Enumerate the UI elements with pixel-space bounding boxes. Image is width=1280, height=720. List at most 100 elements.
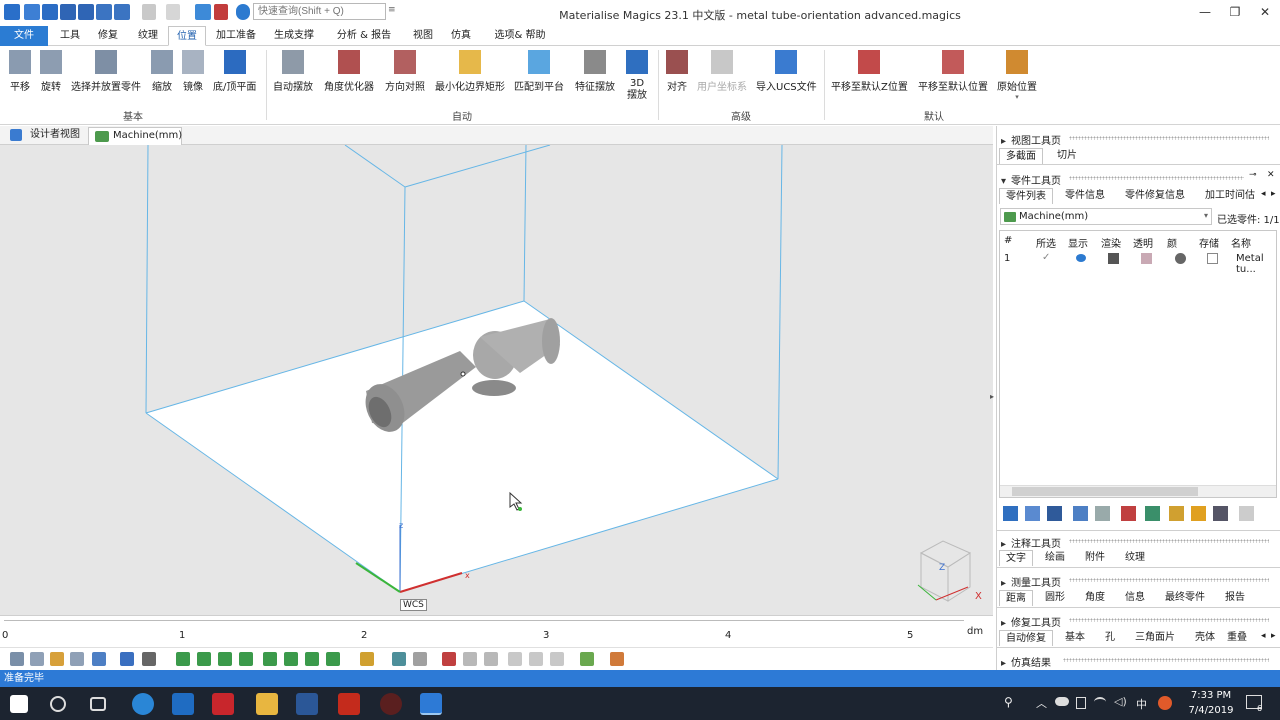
chevron-right-icon[interactable]: ▸ xyxy=(1271,189,1276,199)
sim-results-header[interactable]: ▸ 仿真结果 xyxy=(1001,654,1051,669)
unmark-icon[interactable] xyxy=(326,652,340,666)
clock-date[interactable]: 7/4/2019 xyxy=(1186,705,1236,716)
ime-indicator[interactable]: 中 xyxy=(1136,696,1147,712)
tab-position[interactable]: 位置 xyxy=(168,26,206,46)
part-tool-icon[interactable] xyxy=(1073,506,1088,521)
tab-multi-section[interactable]: 多截面 xyxy=(999,148,1043,164)
part-select-icon[interactable] xyxy=(360,652,374,666)
mark-surface-icon[interactable] xyxy=(218,652,232,666)
tab-texture[interactable]: 纹理 xyxy=(1119,550,1151,566)
tab-fix[interactable]: 修复 xyxy=(90,26,126,46)
tab-analysis[interactable]: 分析 & 报告 xyxy=(328,26,400,46)
zoom-fit-icon[interactable] xyxy=(70,652,84,666)
quick-search-input[interactable] xyxy=(253,3,386,20)
acrobat-icon[interactable] xyxy=(338,693,360,715)
part-tool-icon[interactable] xyxy=(1145,506,1160,521)
tray-expand-icon[interactable]: ︿ xyxy=(1036,695,1047,711)
magics-taskbar-icon[interactable] xyxy=(420,693,442,715)
move-default-button[interactable]: 平移至默认位置 xyxy=(918,50,988,93)
color-swatch[interactable] xyxy=(1175,253,1186,264)
open-icon[interactable] xyxy=(42,4,58,20)
tri-grow-icon[interactable] xyxy=(413,652,427,666)
pin-icon[interactable]: ⊸ xyxy=(1249,170,1257,180)
edge-icon[interactable] xyxy=(132,693,154,715)
3d-viewport[interactable]: WCS x z Z X xyxy=(0,145,993,615)
tab-part-list[interactable]: 零件列表 xyxy=(999,188,1053,204)
undo-icon[interactable] xyxy=(142,4,156,20)
windows-start-icon[interactable] xyxy=(10,695,28,713)
redo-icon[interactable] xyxy=(166,4,180,20)
part-tool-icon[interactable] xyxy=(1025,506,1040,521)
render-mode-icon[interactable] xyxy=(142,652,156,666)
tri-delete-icon[interactable] xyxy=(442,652,456,666)
zoom-icon[interactable] xyxy=(10,652,24,666)
battery-icon[interactable] xyxy=(1076,697,1086,709)
tab-machine-view[interactable]: Machine(mm) xyxy=(88,127,182,145)
mirror-button[interactable]: 镜像 xyxy=(182,50,204,93)
tab-file[interactable]: 文件 xyxy=(0,26,48,46)
tab-hole[interactable]: 孔 xyxy=(1099,630,1121,646)
tab-auto-fix[interactable]: 自动修复 xyxy=(999,630,1053,646)
chevron-right-icon[interactable]: ▸ xyxy=(1271,631,1276,641)
mark-brush-icon[interactable] xyxy=(284,652,298,666)
auto-place-button[interactable]: 自动摆放 xyxy=(273,50,313,93)
angle-optimizer-button[interactable]: 角度优化器 xyxy=(324,50,374,93)
tab-report[interactable]: 报告 xyxy=(1219,590,1251,606)
annotation-toolbar-header[interactable]: ▸ 注释工具页 xyxy=(1001,535,1061,550)
tab-info[interactable]: 信息 xyxy=(1119,590,1151,606)
eye-icon[interactable] xyxy=(1076,254,1086,262)
mark-window-icon[interactable] xyxy=(263,652,277,666)
table-row[interactable]: 1 ✓ Metal tu... xyxy=(1000,251,1276,275)
scene-select[interactable]: Machine(mm) ▾ xyxy=(1000,208,1212,225)
tab-part-fix-info[interactable]: 零件修复信息 xyxy=(1119,188,1191,204)
save-icon[interactable] xyxy=(60,4,76,20)
tab-overlap[interactable]: 重叠 xyxy=(1221,630,1261,646)
minimize-button[interactable]: — xyxy=(1190,3,1220,23)
word-icon[interactable] xyxy=(296,693,318,715)
tab-texture[interactable]: 纹理 xyxy=(130,26,166,46)
align-button[interactable]: 对齐 xyxy=(666,50,688,93)
tab-triangle[interactable]: 三角面片 xyxy=(1129,630,1181,646)
part-tool-icon[interactable] xyxy=(1191,506,1206,521)
tab-text[interactable]: 文字 xyxy=(999,550,1033,566)
file-explorer-icon[interactable] xyxy=(256,693,278,715)
move-default-z-button[interactable]: 平移至默认Z位置 xyxy=(831,50,908,93)
tab-circle[interactable]: 圆形 xyxy=(1039,590,1071,606)
close-icon[interactable]: ✕ xyxy=(1267,170,1275,180)
scrollbar-thumb[interactable] xyxy=(1012,487,1198,496)
view-box-icon[interactable] xyxy=(120,652,134,666)
deselect-icon[interactable] xyxy=(214,4,228,20)
view-orient-icon[interactable] xyxy=(92,652,106,666)
tab-draw[interactable]: 绘画 xyxy=(1039,550,1071,566)
part-tool-icon[interactable] xyxy=(1121,506,1136,521)
tab-support[interactable]: 生成支撑 xyxy=(266,26,322,46)
part-tool-icon[interactable] xyxy=(1239,506,1254,521)
tri-flat-icon[interactable] xyxy=(550,652,564,666)
part-tool-icon[interactable] xyxy=(1003,506,1018,521)
mark-shell-icon[interactable] xyxy=(239,652,253,666)
app-logo-icon[interactable] xyxy=(4,4,20,20)
youdao-icon[interactable] xyxy=(212,693,234,715)
search-icon[interactable] xyxy=(50,696,66,712)
tab-angle[interactable]: 角度 xyxy=(1079,590,1111,606)
feature-place-button[interactable]: 特征摆放 xyxy=(575,50,615,93)
chevron-left-icon[interactable]: ◂ xyxy=(1261,631,1266,641)
measure-toolbar-header[interactable]: ▸ 测量工具页 xyxy=(1001,574,1061,589)
view-toolbar-header[interactable]: ▸ 视图工具页 xyxy=(1001,132,1061,147)
restore-button[interactable]: ❐ xyxy=(1220,3,1250,23)
repair-toolbar-header[interactable]: ▸ 修复工具页 xyxy=(1001,614,1061,629)
render-cube-icon[interactable] xyxy=(1108,253,1119,264)
original-position-button[interactable]: 原始位置 ▾ xyxy=(997,50,1037,101)
zoom-window-icon[interactable] xyxy=(30,652,44,666)
select-icon[interactable] xyxy=(195,4,211,20)
quick-access-dropdown-icon[interactable]: ≡ xyxy=(388,5,396,15)
tab-tools[interactable]: 工具 xyxy=(52,26,88,46)
chevron-left-icon[interactable]: ◂ xyxy=(1261,189,1266,199)
transparent-cube-icon[interactable] xyxy=(1141,253,1152,264)
wifi-icon[interactable] xyxy=(1094,697,1106,707)
onedrive-icon[interactable] xyxy=(1055,697,1069,706)
row-checkbox[interactable]: ✓ xyxy=(1042,252,1050,263)
clock-time[interactable]: 7:33 PM xyxy=(1186,690,1236,701)
tab-part-info[interactable]: 零件信息 xyxy=(1059,188,1111,204)
tab-build-time[interactable]: 加工时间估 xyxy=(1199,188,1259,204)
